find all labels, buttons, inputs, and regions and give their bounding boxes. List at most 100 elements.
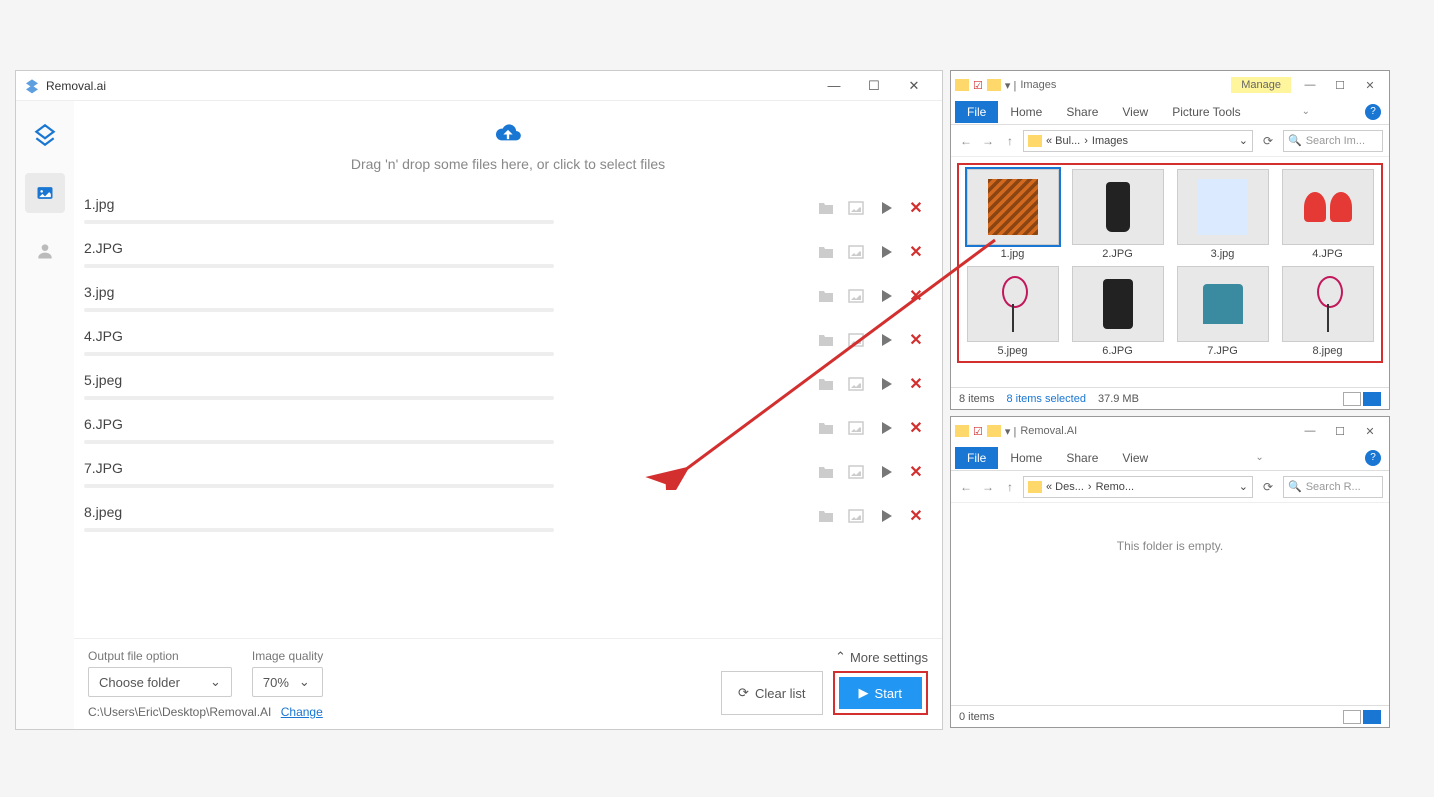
ribbon-collapse-icon[interactable]: ⌄ xyxy=(1302,106,1310,117)
folder-icon[interactable] xyxy=(816,374,836,394)
nav-up-button[interactable]: ↑ xyxy=(1001,134,1019,148)
output-folder-select[interactable]: Choose folder ⌄ xyxy=(88,667,232,697)
file-item[interactable]: 6.JPG xyxy=(1068,266,1167,357)
view-details-icon[interactable] xyxy=(1343,710,1361,724)
breadcrumb-part[interactable]: « Bul... xyxy=(1046,135,1080,147)
minimize-button[interactable]: — xyxy=(1295,418,1325,444)
minimize-button[interactable]: — xyxy=(814,72,854,100)
file-item-name: 4.JPG xyxy=(1312,248,1343,260)
remove-icon[interactable]: ✕ xyxy=(906,198,926,218)
view-thumbnails-icon[interactable] xyxy=(1363,392,1381,406)
play-icon[interactable] xyxy=(876,506,896,526)
search-icon: 🔍 xyxy=(1288,134,1302,147)
folder-icon[interactable] xyxy=(816,462,836,482)
maximize-button[interactable]: ☐ xyxy=(854,72,894,100)
more-settings-link[interactable]: ⌃ More settings xyxy=(835,649,928,665)
remove-icon[interactable]: ✕ xyxy=(906,286,926,306)
file-item[interactable]: 4.JPG xyxy=(1278,169,1377,260)
refresh-button[interactable]: ⟳ xyxy=(1257,134,1279,148)
play-icon[interactable] xyxy=(876,462,896,482)
folder-icon[interactable] xyxy=(816,286,836,306)
file-progress xyxy=(84,484,554,488)
address-bar[interactable]: « Des... › Remo... ⌄ xyxy=(1023,476,1253,498)
play-icon[interactable] xyxy=(876,198,896,218)
tab-share[interactable]: Share xyxy=(1054,101,1110,123)
view-details-icon[interactable] xyxy=(1343,392,1361,406)
manage-tab[interactable]: Manage xyxy=(1231,77,1291,93)
tab-view[interactable]: View xyxy=(1110,447,1160,469)
image-icon[interactable] xyxy=(846,286,866,306)
nav-forward-button[interactable]: → xyxy=(979,134,997,148)
address-bar[interactable]: « Bul... › Images ⌄ xyxy=(1023,130,1253,152)
tab-home[interactable]: Home xyxy=(998,447,1054,469)
drop-zone[interactable]: Drag 'n' drop some files here, or click … xyxy=(74,101,942,186)
image-icon[interactable] xyxy=(846,330,866,350)
play-icon[interactable] xyxy=(876,374,896,394)
breadcrumb-part[interactable]: « Des... xyxy=(1046,481,1084,493)
breadcrumb-part[interactable]: Images xyxy=(1092,135,1128,147)
folder-icon[interactable] xyxy=(816,198,836,218)
nav-up-button[interactable]: ↑ xyxy=(1001,480,1019,494)
tab-view[interactable]: View xyxy=(1110,101,1160,123)
play-icon[interactable] xyxy=(876,242,896,262)
nav-forward-button[interactable]: → xyxy=(979,480,997,494)
search-input[interactable]: 🔍 Search Im... xyxy=(1283,130,1383,152)
help-icon[interactable]: ? xyxy=(1365,450,1381,466)
sidebar-profile-icon[interactable] xyxy=(25,231,65,271)
item-count: 8 items xyxy=(959,393,994,405)
file-row: 2.JPG ✕ xyxy=(84,230,932,274)
image-icon[interactable] xyxy=(846,198,866,218)
tab-file[interactable]: File xyxy=(955,101,998,123)
close-button[interactable]: ✕ xyxy=(1355,418,1385,444)
breadcrumb-part[interactable]: Remo... xyxy=(1096,481,1135,493)
file-item[interactable]: 8.jpeg xyxy=(1278,266,1377,357)
view-thumbnails-icon[interactable] xyxy=(1363,710,1381,724)
file-item[interactable]: 1.jpg xyxy=(963,169,1062,260)
sidebar-images-icon[interactable] xyxy=(25,173,65,213)
file-item[interactable]: 7.JPG xyxy=(1173,266,1272,357)
image-icon[interactable] xyxy=(846,506,866,526)
image-icon[interactable] xyxy=(846,418,866,438)
tab-picture-tools[interactable]: Picture Tools xyxy=(1160,101,1252,123)
image-icon[interactable] xyxy=(846,374,866,394)
image-icon[interactable] xyxy=(846,242,866,262)
help-icon[interactable]: ? xyxy=(1365,104,1381,120)
folder-icon[interactable] xyxy=(816,418,836,438)
minimize-button[interactable]: — xyxy=(1295,72,1325,98)
file-progress xyxy=(84,396,554,400)
folder-icon[interactable] xyxy=(816,330,836,350)
close-button[interactable]: ✕ xyxy=(894,72,934,100)
ribbon-collapse-icon[interactable]: ⌄ xyxy=(1255,452,1263,463)
file-item[interactable]: 5.jpeg xyxy=(963,266,1062,357)
file-item[interactable]: 3.jpg xyxy=(1173,169,1272,260)
remove-icon[interactable]: ✕ xyxy=(906,374,926,394)
tab-share[interactable]: Share xyxy=(1054,447,1110,469)
thumbnail xyxy=(1282,266,1374,342)
nav-back-button[interactable]: ← xyxy=(957,480,975,494)
change-path-link[interactable]: Change xyxy=(281,705,323,719)
close-button[interactable]: ✕ xyxy=(1355,72,1385,98)
folder-icon[interactable] xyxy=(816,506,836,526)
folder-icon[interactable] xyxy=(816,242,836,262)
refresh-button[interactable]: ⟳ xyxy=(1257,480,1279,494)
quality-select[interactable]: 70% ⌄ xyxy=(252,667,323,697)
play-icon[interactable] xyxy=(876,418,896,438)
nav-back-button[interactable]: ← xyxy=(957,134,975,148)
clear-list-button[interactable]: ⟳ Clear list xyxy=(721,671,822,715)
start-button[interactable]: ▶ Start xyxy=(839,677,922,709)
maximize-button[interactable]: ☐ xyxy=(1325,72,1355,98)
tab-home[interactable]: Home xyxy=(998,101,1054,123)
remove-icon[interactable]: ✕ xyxy=(906,462,926,482)
maximize-button[interactable]: ☐ xyxy=(1325,418,1355,444)
image-icon[interactable] xyxy=(846,462,866,482)
play-icon[interactable] xyxy=(876,286,896,306)
remove-icon[interactable]: ✕ xyxy=(906,242,926,262)
file-item[interactable]: 2.JPG xyxy=(1068,169,1167,260)
search-input[interactable]: 🔍 Search R... xyxy=(1283,476,1383,498)
remove-icon[interactable]: ✕ xyxy=(906,506,926,526)
remove-icon[interactable]: ✕ xyxy=(906,330,926,350)
tab-file[interactable]: File xyxy=(955,447,998,469)
remove-icon[interactable]: ✕ xyxy=(906,418,926,438)
play-icon[interactable] xyxy=(876,330,896,350)
sidebar-logo-icon[interactable] xyxy=(25,115,65,155)
